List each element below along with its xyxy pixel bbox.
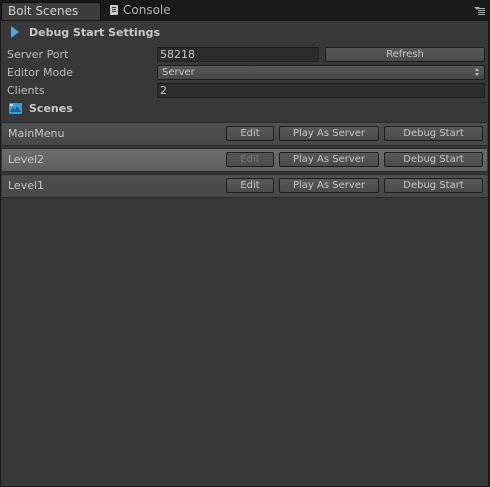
editor-mode-value: Server (162, 67, 195, 78)
scene-row: Level2 Edit Play As Server Debug Start (2, 148, 487, 172)
scene-row: MainMenu Edit Play As Server Debug Start (2, 122, 487, 146)
debug-start-button[interactable]: Debug Start (384, 178, 483, 193)
edit-button[interactable]: Edit (226, 178, 274, 193)
scene-name: Level1 (8, 179, 45, 192)
scene-icon (9, 103, 22, 114)
scenes-header: Scenes (9, 102, 73, 116)
scene-name: MainMenu (8, 127, 65, 140)
scenes-panel: Debug Start Settings Server Port 58218 R… (1, 20, 488, 486)
scene-row: Level1 Edit Play As Server Debug Start (2, 174, 487, 198)
play-as-server-button[interactable]: Play As Server (279, 178, 379, 193)
editor-mode-dropdown[interactable]: Server (157, 65, 485, 80)
clients-row: Clients 2 (7, 83, 485, 98)
clients-field[interactable]: 2 (157, 83, 485, 98)
debug-start-button[interactable]: Debug Start (384, 152, 483, 167)
editor-mode-row: Editor Mode Server (7, 65, 485, 80)
server-port-label: Server Port (7, 48, 69, 61)
server-port-field[interactable]: 58218 (157, 47, 319, 62)
foldout-arrow-icon (11, 26, 19, 38)
edit-button[interactable]: Edit (226, 126, 274, 141)
refresh-button[interactable]: Refresh (325, 47, 485, 62)
play-as-server-button[interactable]: Play As Server (279, 152, 379, 167)
scene-name: Level2 (8, 153, 45, 166)
console-icon (110, 5, 118, 15)
tab-strip: Bolt Scenes Console (0, 0, 490, 20)
debug-start-foldout[interactable]: Debug Start Settings (11, 26, 160, 40)
window-menu-icon[interactable] (474, 7, 485, 16)
server-port-row: Server Port 58218 Refresh (7, 47, 485, 62)
tab-console[interactable]: Console (104, 2, 194, 20)
edit-button: Edit (226, 152, 274, 167)
play-as-server-button[interactable]: Play As Server (279, 126, 379, 141)
editor-mode-label: Editor Mode (7, 66, 74, 79)
foldout-title: Debug Start Settings (29, 26, 161, 39)
dropdown-arrows-icon (475, 68, 480, 77)
debug-start-button[interactable]: Debug Start (384, 126, 483, 141)
tab-label: Bolt Scenes (8, 4, 79, 18)
tab-label: Console (123, 3, 171, 17)
bolt-scenes-window: Bolt Scenes Console Debug Start Settings… (0, 0, 490, 487)
clients-label: Clients (7, 84, 45, 97)
tab-bolt-scenes[interactable]: Bolt Scenes (1, 2, 101, 20)
scenes-title: Scenes (29, 102, 73, 115)
